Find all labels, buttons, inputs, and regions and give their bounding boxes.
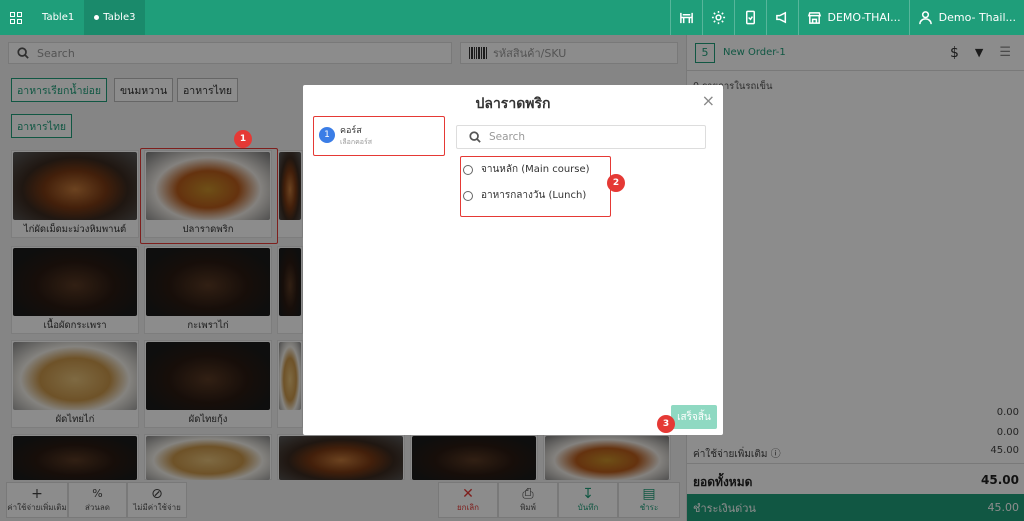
radio-icon[interactable]	[463, 190, 473, 201]
close-icon[interactable]: ×	[702, 91, 715, 110]
option-lunch[interactable]: อาหารกลางวัน (Lunch)	[463, 188, 586, 203]
step-course-highlight[interactable]: 1 คอร์ส เลือกคอร์ส	[313, 116, 445, 156]
step-course[interactable]: 1 คอร์ส เลือกคอร์ส	[319, 121, 439, 149]
store-icon	[807, 12, 821, 24]
product-options-modal: ปลาราดพริก × 1 คอร์ส เลือกคอร์ส Search จ…	[303, 85, 723, 435]
user-menu[interactable]: Demo- Thail...	[908, 0, 1024, 35]
search-icon	[469, 131, 481, 143]
step-title: คอร์ส	[340, 125, 362, 136]
announcement-megaphone-icon[interactable]	[765, 0, 798, 35]
branch-name: DEMO-THAI...	[827, 11, 901, 24]
annotation-badge-2: 2	[607, 174, 625, 192]
search-placeholder: Search	[489, 131, 526, 143]
option-label: อาหารกลางวัน (Lunch)	[481, 190, 587, 201]
settings-gear-icon[interactable]	[701, 0, 734, 35]
branch-store-selector[interactable]: DEMO-THAI...	[797, 0, 909, 35]
annotation-badge-3: 3	[657, 415, 675, 433]
step-number-badge: 1	[319, 127, 335, 143]
apps-grid-icon[interactable]	[0, 0, 32, 35]
top-bar: Table1 Table3 DEMO-THAI... Demo- Thail..…	[0, 0, 1024, 35]
tab-table3[interactable]: Table3	[84, 0, 146, 35]
mobile-order-icon[interactable]	[733, 0, 766, 35]
radio-icon[interactable]	[463, 164, 473, 175]
modal-title: ปลาราดพริก	[475, 96, 551, 112]
active-dot-icon	[94, 15, 100, 20]
user-name: Demo- Thail...	[938, 11, 1016, 24]
option-label: จานหลัก (Main course)	[481, 164, 590, 175]
user-icon	[918, 11, 932, 25]
tab-table1[interactable]: Table1	[32, 0, 84, 35]
course-options-highlight: จานหลัก (Main course) อาหารกลางวัน (Lunc…	[460, 156, 611, 217]
option-main-course[interactable]: จานหลัก (Main course)	[463, 162, 590, 177]
table-layout-icon[interactable]	[669, 0, 702, 35]
finish-button[interactable]: เสร็จสิ้น	[671, 405, 717, 429]
tab-label: Table3	[103, 12, 136, 23]
step-subtitle: เลือกคอร์ส	[340, 137, 373, 146]
annotation-badge-1: 1	[234, 130, 252, 148]
option-search-input[interactable]: Search	[456, 125, 706, 149]
tab-label: Table1	[42, 12, 75, 23]
